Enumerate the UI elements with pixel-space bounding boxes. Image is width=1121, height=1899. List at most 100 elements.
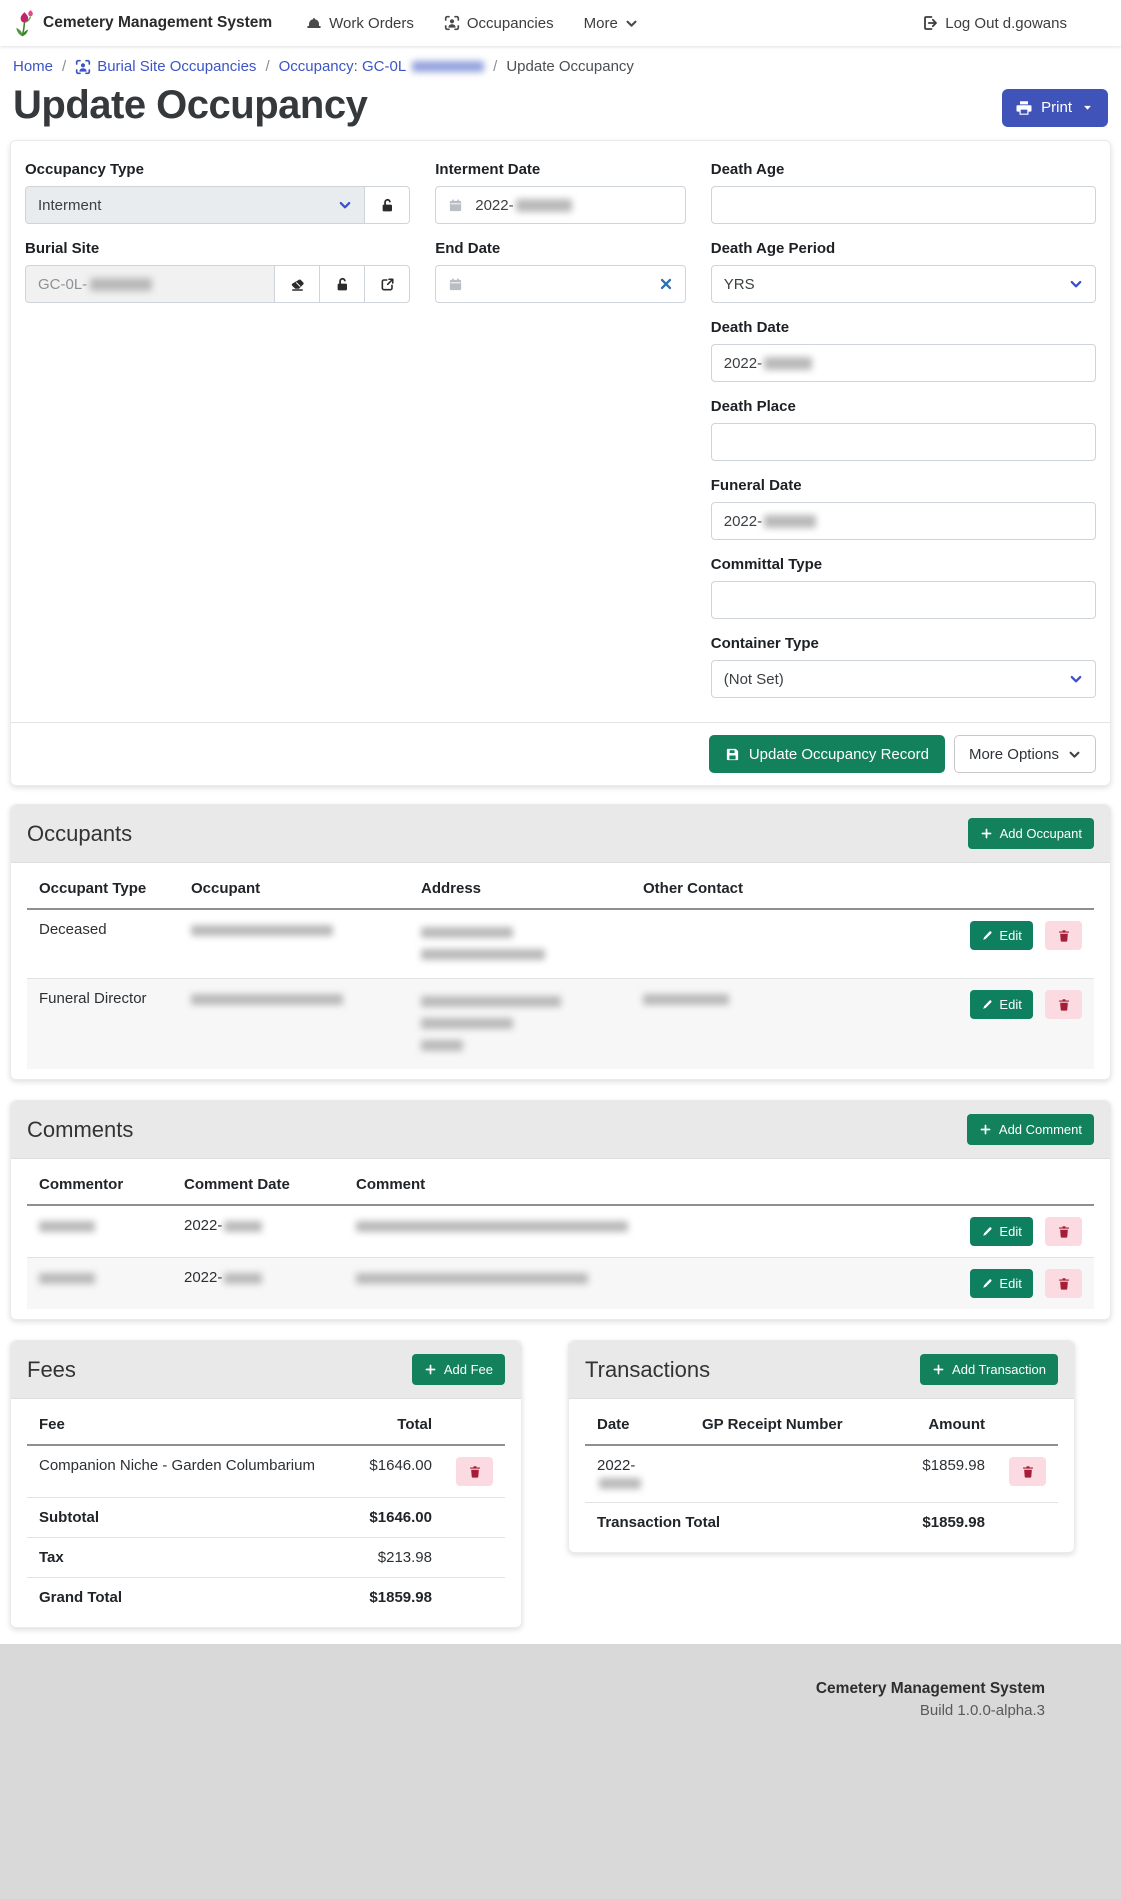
delete-occupant-button[interactable] — [1045, 990, 1082, 1019]
comment-row: 2022- Edit — [27, 1205, 1094, 1258]
transaction-total-value: $1859.98 — [887, 1503, 997, 1543]
occupancy-type-select[interactable]: Interment — [25, 186, 365, 224]
external-link-icon — [380, 277, 395, 292]
death-date-input[interactable]: 2022- — [711, 344, 1096, 382]
delete-fee-button[interactable] — [456, 1457, 493, 1486]
print-button[interactable]: Print — [1002, 89, 1108, 127]
breadcrumb-burial-site-occupancies-link[interactable]: Burial Site Occupancies — [75, 58, 256, 75]
occupancy-type-label: Occupancy Type — [25, 161, 410, 178]
death-date-label: Death Date — [711, 319, 1096, 336]
redacted-address-line — [421, 1040, 463, 1051]
occupancy-form-card: Occupancy Type Interment Buria — [10, 140, 1111, 786]
comment-date-prefix: 2022- — [184, 1269, 222, 1286]
logout-link[interactable]: Log Out d.gowans — [922, 15, 1067, 32]
tax-label: Tax — [27, 1538, 334, 1578]
fee-row: Companion Niche - Garden Columbarium $16… — [27, 1445, 505, 1498]
redacted-burial-site-id — [90, 278, 152, 291]
add-comment-button[interactable]: Add Comment — [967, 1114, 1094, 1145]
more-options-button[interactable]: More Options — [954, 735, 1096, 773]
occupant-row: Deceased Edit — [27, 909, 1094, 979]
container-type-select[interactable]: (Not Set) — [711, 660, 1096, 698]
trash-icon — [468, 1465, 482, 1479]
redacted-commentor — [39, 1221, 95, 1232]
clear-date-icon[interactable] — [659, 277, 673, 291]
container-type-field: Container Type (Not Set) — [711, 635, 1096, 698]
breadcrumb-home-link[interactable]: Home — [13, 58, 53, 75]
death-age-input[interactable] — [711, 186, 1096, 224]
sign-out-icon — [922, 15, 938, 31]
interment-date-input[interactable]: 2022- — [435, 186, 686, 224]
delete-occupant-button[interactable] — [1045, 921, 1082, 950]
add-transaction-button[interactable]: Add Transaction — [920, 1354, 1058, 1385]
occupancy-type-value: Interment — [38, 197, 101, 214]
tulip-logo-icon — [14, 9, 35, 37]
edit-comment-button[interactable]: Edit — [970, 1217, 1032, 1246]
death-place-input[interactable] — [711, 423, 1096, 461]
funeral-date-label: Funeral Date — [711, 477, 1096, 494]
occupant-contact-cell — [631, 979, 813, 1070]
breadcrumb: Home / Burial Site Occupancies / Occupan… — [0, 46, 1121, 79]
transactions-table: Date GP Receipt Number Amount 2022- $185… — [585, 1405, 1058, 1542]
redacted-interment-date — [516, 199, 572, 212]
trash-icon — [1057, 929, 1071, 943]
fee-actions-cell — [444, 1445, 505, 1498]
death-age-field: Death Age — [711, 161, 1096, 224]
breadcrumb-label: Burial Site Occupancies — [97, 58, 256, 75]
breadcrumb-occupancy-link[interactable]: Occupancy: GC-0L — [279, 58, 485, 75]
burial-site-input[interactable]: GC-0L- — [25, 265, 275, 303]
grand-total-label: Grand Total — [27, 1578, 334, 1618]
add-occupant-button[interactable]: Add Occupant — [968, 818, 1094, 849]
edit-occupant-button[interactable]: Edit — [970, 921, 1032, 950]
occupant-actions-cell: Edit — [813, 979, 1094, 1070]
trash-icon — [1057, 1277, 1071, 1291]
death-place-field: Death Place — [711, 398, 1096, 461]
occupancy-type-unlock-button[interactable] — [364, 186, 410, 224]
comment-actions-cell: Edit — [858, 1205, 1094, 1258]
nav-item-occupancies[interactable]: Occupancies — [444, 15, 554, 32]
burial-site-field: Burial Site GC-0L- — [25, 240, 410, 303]
burial-site-open-button[interactable] — [364, 265, 410, 303]
funeral-date-input[interactable]: 2022- — [711, 502, 1096, 540]
plus-icon — [979, 1123, 992, 1136]
burial-site-erase-button[interactable] — [274, 265, 320, 303]
death-age-period-field: Death Age Period YRS — [711, 240, 1096, 303]
death-age-label: Death Age — [711, 161, 1096, 178]
column-header-actions — [813, 869, 1094, 909]
app-brand[interactable]: Cemetery Management System — [14, 9, 272, 37]
occupants-card: Occupants Add Occupant Occupant Type Occ… — [10, 804, 1111, 1080]
delete-transaction-button[interactable] — [1009, 1457, 1046, 1486]
add-fee-button[interactable]: Add Fee — [412, 1354, 505, 1385]
comment-actions-cell: Edit — [858, 1258, 1094, 1310]
column-header: Date — [585, 1405, 690, 1445]
nav-item-label: Occupancies — [467, 15, 554, 32]
nav-item-label: Work Orders — [329, 15, 414, 32]
redacted-comment — [356, 1273, 588, 1284]
breadcrumb-home-label: Home — [13, 58, 53, 75]
unlock-icon — [380, 198, 395, 213]
nav-item-more[interactable]: More — [584, 15, 638, 32]
empty-cell — [444, 1538, 505, 1578]
edit-occupant-button[interactable]: Edit — [970, 990, 1032, 1019]
burial-site-label: Burial Site — [25, 240, 410, 257]
death-age-period-select[interactable]: YRS — [711, 265, 1096, 303]
comments-table: Commentor Comment Date Comment 2022- — [27, 1165, 1094, 1309]
comment-text-cell — [344, 1258, 858, 1310]
edit-comment-button[interactable]: Edit — [970, 1269, 1032, 1298]
transaction-total-row: Transaction Total $1859.98 — [585, 1503, 1058, 1543]
trash-icon — [1057, 998, 1071, 1012]
transaction-total-label: Transaction Total — [585, 1503, 887, 1543]
redacted-address-line — [421, 1018, 513, 1029]
plus-icon — [932, 1363, 945, 1376]
add-fee-label: Add Fee — [444, 1362, 493, 1377]
committal-type-input[interactable] — [711, 581, 1096, 619]
update-occupancy-record-button[interactable]: Update Occupancy Record — [709, 735, 945, 773]
chevron-down-icon — [1069, 277, 1083, 291]
footer-build-version: Build 1.0.0-alpha.3 — [0, 1702, 1045, 1719]
burial-site-unlock-button[interactable] — [319, 265, 365, 303]
end-date-input[interactable] — [435, 265, 686, 303]
breadcrumb-separator: / — [62, 58, 66, 75]
delete-comment-button[interactable] — [1045, 1217, 1082, 1246]
nav-item-work-orders[interactable]: Work Orders — [306, 15, 414, 32]
delete-comment-button[interactable] — [1045, 1269, 1082, 1298]
death-date-value-prefix: 2022- — [724, 355, 762, 372]
